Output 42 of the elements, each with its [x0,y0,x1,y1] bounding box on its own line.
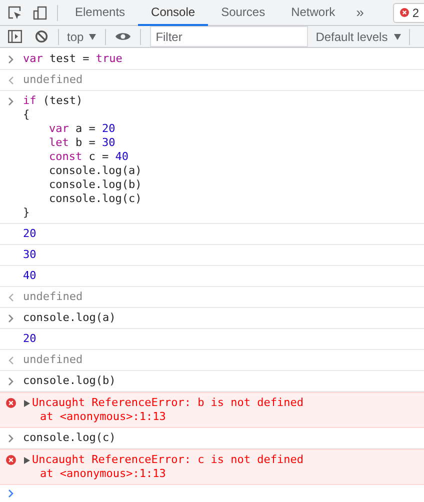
expand-triangle-icon[interactable] [24,456,30,464]
expand-triangle-icon[interactable] [24,400,30,406]
error-icon [400,8,410,17]
eye-icon[interactable] [114,31,131,42]
error-text: Uncaught ReferenceError: c is not defined [32,453,304,467]
log-levels-dropdown[interactable]: Default levels [316,28,401,46]
clear-console-icon[interactable] [35,30,48,43]
error-icon [6,455,16,465]
error-count-badge[interactable]: 2 [393,2,424,22]
panel-tab[interactable]: Network [278,0,348,26]
filter-input[interactable]: Filter [150,26,308,47]
inspect-element-icon[interactable] [8,6,22,20]
stack-trace: at <anonymous>:1:13 [39,410,167,424]
return-value: undefined [23,290,83,304]
sidebar-toggle-icon[interactable] [8,30,22,43]
error-icon [6,398,16,408]
log-output: 40 [23,269,36,283]
panel-tab[interactable]: Elements [62,0,138,26]
panel-tab[interactable]: Sources [208,0,278,26]
log-output: 30 [23,248,36,262]
command-code: console.log(c) [23,431,116,445]
dropdown-caret-icon [394,34,401,40]
log-output: 20 [23,332,36,346]
command-code: console.log(a) [23,311,116,325]
stack-trace: at <anonymous>:1:13 [39,467,167,481]
prompt-chevron-icon [8,377,14,386]
return-value: undefined [23,73,83,87]
context-dropdown[interactable]: top [67,28,96,46]
device-toolbar-icon[interactable] [33,6,47,20]
command-code: if (test) { var a = 20 let b = 30 const c = 40 console.log(a) console.log(b) console.log(c) } [23,94,142,220]
prompt-chevron-icon [8,314,14,323]
command-code: var test = true [23,52,122,66]
prompt-chevron-icon [8,434,14,443]
dropdown-caret-icon [88,34,96,40]
log-output: 20 [23,227,36,241]
return-value: undefined [23,353,83,367]
error-text: Uncaught ReferenceError: b is not defined [32,396,304,410]
prompt-chevron-icon [8,97,14,106]
prompt-chevron-icon [8,55,14,64]
more-tabs-button[interactable]: » [348,2,372,23]
command-code: console.log(b) [23,374,116,388]
console-prompt-icon[interactable] [8,489,14,498]
